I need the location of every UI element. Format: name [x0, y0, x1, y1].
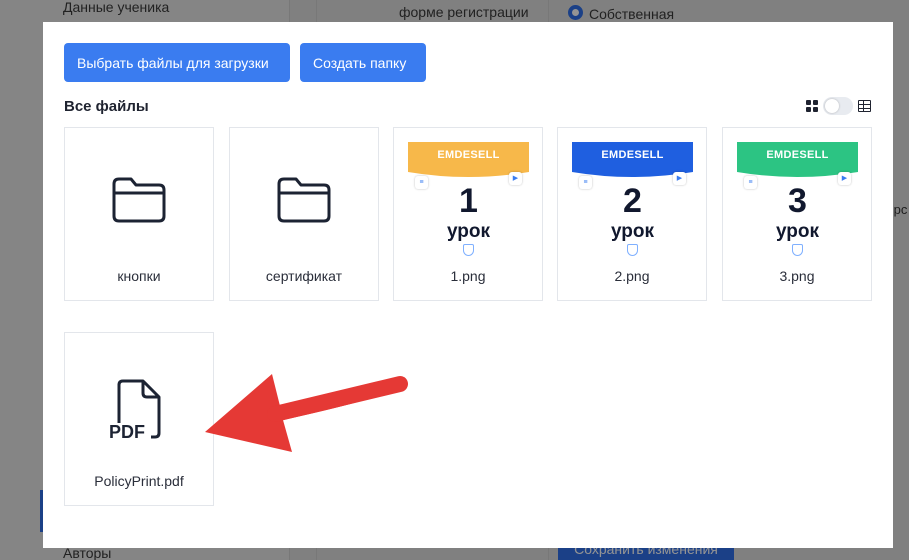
red-arrow-icon [205, 374, 408, 452]
